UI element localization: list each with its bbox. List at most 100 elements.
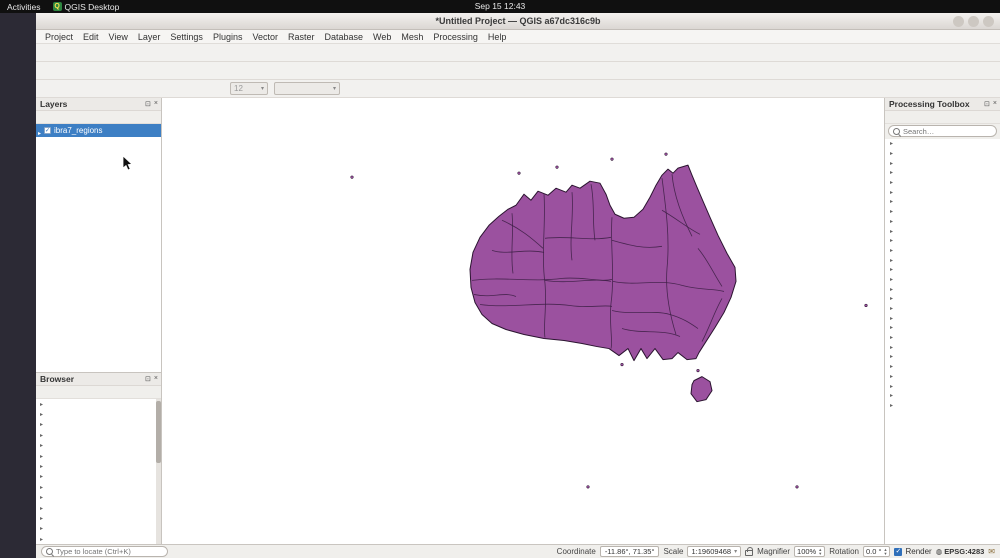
toolbar-icon[interactable]: [389, 45, 404, 60]
browser-item[interactable]: [36, 441, 161, 451]
toolbar-icon[interactable]: [209, 45, 224, 60]
browser-item[interactable]: [36, 409, 161, 419]
toolbox-search-input[interactable]: [903, 127, 991, 136]
expand-arrow-icon[interactable]: [890, 353, 895, 360]
toolbar-icon[interactable]: [149, 45, 164, 60]
dock-app-icon[interactable]: [5, 235, 31, 261]
expand-arrow-icon[interactable]: [40, 515, 45, 522]
expand-arrow-icon[interactable]: [890, 392, 895, 399]
expand-arrow-icon[interactable]: [40, 494, 45, 501]
toolbar-icon[interactable]: [449, 63, 464, 78]
toolbar-icon[interactable]: [179, 45, 194, 60]
toolbar-icon[interactable]: [329, 63, 344, 78]
toolbox-group[interactable]: [885, 342, 1000, 352]
expand-arrow-icon[interactable]: [40, 401, 45, 408]
messages-icon[interactable]: ✉: [988, 547, 995, 556]
toolbar-icon[interactable]: [89, 45, 104, 60]
window-control-button[interactable]: [953, 16, 964, 27]
toolbar-icon[interactable]: [59, 81, 74, 96]
render-checkbox[interactable]: [894, 548, 902, 556]
toolbox-toolbar-icon[interactable]: [919, 112, 931, 123]
menu-item[interactable]: Help: [483, 32, 512, 42]
menu-item[interactable]: Vector: [247, 32, 283, 42]
dock-app-icon[interactable]: [5, 297, 31, 323]
float-panel-icon[interactable]: ⊡: [145, 100, 151, 108]
toolbar-icon[interactable]: [400, 81, 415, 96]
toolbox-group[interactable]: [885, 255, 1000, 265]
toolbar-icon[interactable]: [209, 63, 224, 78]
browser-item[interactable]: [36, 524, 161, 534]
toolbar-icon[interactable]: [209, 81, 224, 96]
toolbox-group[interactable]: [885, 284, 1000, 294]
expand-arrow-icon[interactable]: [890, 266, 895, 273]
toolbox-group[interactable]: [885, 372, 1000, 382]
expand-arrow-icon[interactable]: [40, 463, 45, 470]
locator-input[interactable]: [56, 547, 164, 556]
toolbar-icon[interactable]: [44, 63, 59, 78]
menu-item[interactable]: Processing: [428, 32, 483, 42]
menu-item[interactable]: Layer: [133, 32, 166, 42]
dock-app-icon[interactable]: [5, 328, 31, 354]
expand-arrow-icon[interactable]: [890, 373, 895, 380]
layers-toolbar-icon[interactable]: [95, 112, 107, 123]
expand-arrow-icon[interactable]: [40, 473, 45, 480]
toolbox-group[interactable]: [885, 236, 1000, 246]
expand-arrow-icon[interactable]: [890, 383, 895, 390]
menu-item[interactable]: Database: [320, 32, 369, 42]
expand-arrow-icon[interactable]: [890, 295, 895, 302]
expand-arrow-icon[interactable]: [890, 228, 895, 235]
toolbox-panel-header[interactable]: Processing Toolbox ⊡ ×: [885, 98, 1000, 111]
toolbar-icon[interactable]: [179, 63, 194, 78]
toolbar-icon[interactable]: [269, 45, 284, 60]
toolbar-icon[interactable]: [104, 63, 119, 78]
expand-arrow-icon[interactable]: [40, 421, 45, 428]
browser-item[interactable]: [36, 513, 161, 523]
expand-arrow-icon[interactable]: [40, 525, 45, 532]
toolbar-icon[interactable]: [44, 81, 59, 96]
close-panel-icon[interactable]: ×: [993, 100, 997, 108]
title-bar[interactable]: *Untitled Project — QGIS a67dc316c9b: [36, 13, 1000, 30]
toolbar-icon[interactable]: [59, 63, 74, 78]
toolbox-group[interactable]: [885, 187, 1000, 197]
map-canvas[interactable]: [162, 98, 884, 544]
toolbar-icon[interactable]: [44, 45, 59, 60]
toolbar-icon[interactable]: [374, 45, 389, 60]
toolbar-icon[interactable]: [370, 81, 385, 96]
toolbar-icon[interactable]: [344, 45, 359, 60]
toolbar-icon[interactable]: [59, 45, 74, 60]
toolbar-icon[interactable]: [464, 45, 479, 60]
toolbar-icon[interactable]: [359, 45, 374, 60]
dock-app-icon[interactable]: [5, 204, 31, 230]
toolbar-icon[interactable]: [329, 45, 344, 60]
toolbox-group[interactable]: [885, 275, 1000, 285]
browser-item[interactable]: [36, 534, 161, 544]
toolbar-icon[interactable]: [134, 63, 149, 78]
toolbar-icon[interactable]: [479, 45, 494, 60]
browser-toolbar-icon[interactable]: [81, 387, 93, 398]
window-control-button[interactable]: [968, 16, 979, 27]
browser-item[interactable]: [36, 420, 161, 430]
toolbox-group[interactable]: [885, 401, 1000, 411]
expand-arrow-icon[interactable]: [890, 305, 895, 312]
toolbar-icon[interactable]: [344, 63, 359, 78]
browser-item[interactable]: [36, 451, 161, 461]
toolbar-icon[interactable]: [284, 63, 299, 78]
expand-arrow-icon[interactable]: [890, 402, 895, 409]
expand-arrow-icon[interactable]: [890, 315, 895, 322]
toolbox-group[interactable]: [885, 362, 1000, 372]
menu-item[interactable]: View: [104, 32, 133, 42]
toolbar-icon[interactable]: [119, 63, 134, 78]
window-control-button[interactable]: [983, 16, 994, 27]
scale-combo[interactable]: 1:19609468 ▾: [687, 546, 741, 557]
expand-arrow-icon[interactable]: [890, 237, 895, 244]
toolbar-icon[interactable]: [299, 45, 314, 60]
toolbox-group[interactable]: [885, 139, 1000, 149]
toolbar-icon[interactable]: [419, 63, 434, 78]
toolbar-icon[interactable]: [74, 63, 89, 78]
browser-toolbar-icon[interactable]: [67, 387, 79, 398]
menu-item[interactable]: Mesh: [396, 32, 428, 42]
toolbar-icon[interactable]: [74, 81, 89, 96]
dock-app-icon[interactable]: [5, 111, 31, 137]
toolbar-icon[interactable]: [104, 81, 119, 96]
toolbox-search[interactable]: [888, 125, 997, 137]
